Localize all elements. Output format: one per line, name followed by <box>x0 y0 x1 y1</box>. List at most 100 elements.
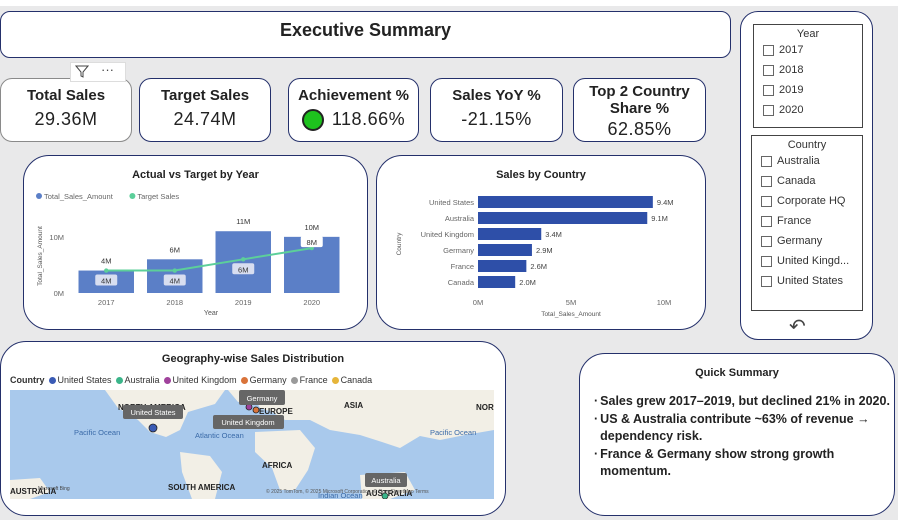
target-point[interactable] <box>104 268 109 273</box>
checkbox[interactable] <box>761 215 772 227</box>
undo-icon[interactable]: ↶ <box>789 314 806 339</box>
map-attribution[interactable]: © 2025 TomTom, © 2025 Microsoft Corporat… <box>266 488 429 495</box>
summary-text: US & Australia contribute ~63% of revenu… <box>600 411 870 444</box>
year-slicer[interactable]: Year 2017 2018 2019 2020 <box>753 24 863 128</box>
x-tick-label: 2020 <box>303 298 320 307</box>
legend-marker <box>36 193 42 199</box>
legend-item[interactable]: United Kingdom <box>163 375 237 385</box>
slicer-option[interactable]: France <box>761 211 862 231</box>
slicer-option[interactable]: 2020 <box>763 100 862 120</box>
bar-data-label: 11M <box>236 217 250 226</box>
slicer-option[interactable]: Germany <box>761 231 862 251</box>
legend-marker <box>129 193 136 199</box>
legend-marker <box>331 376 339 384</box>
checkbox[interactable] <box>763 44 774 56</box>
hbar-france[interactable] <box>478 260 527 272</box>
map-title: Geography-wise Sales Distribution <box>161 353 345 365</box>
target-line[interactable] <box>106 247 312 272</box>
legend-marker <box>290 376 298 384</box>
summary-text: France & Germany show strong growth mome… <box>600 446 835 479</box>
tooltip-australia: Australia <box>371 476 401 485</box>
kpi-value: 24.74M <box>173 109 237 129</box>
legend-marker <box>48 376 56 384</box>
bullet-icon: · <box>594 411 599 426</box>
target-data-label: 4M <box>101 277 111 286</box>
map-label-africa: AFRICA <box>262 461 292 470</box>
checkbox[interactable] <box>761 235 772 247</box>
kpi-sales-yoy[interactable]: Sales YoY % -21.15% <box>430 78 563 142</box>
y-axis-label: Total_Sales_Amount <box>37 226 44 286</box>
map-label-pacific-right: Pacific Ocean <box>430 428 476 437</box>
map-label-asia: ASIA <box>344 401 363 410</box>
legend-item[interactable]: Germany <box>240 375 287 385</box>
map-bubble-germany[interactable] <box>252 406 260 414</box>
slicer-option[interactable]: United States <box>761 271 862 291</box>
world-map[interactable]: NORTH AMERICA EUROPE ASIA NOR AFRICA SOU… <box>10 390 494 499</box>
visual-header: ··· <box>70 62 126 82</box>
slicer-option-label: Corporate HQ <box>777 195 846 207</box>
checkbox[interactable] <box>763 64 774 76</box>
legend-item[interactable]: Australia <box>115 375 160 385</box>
slicer-option-label: 2017 <box>779 44 804 56</box>
bullet-icon: · <box>594 446 599 461</box>
kpi-top2-share[interactable]: Top 2 Country Share % 62.85% <box>573 78 706 142</box>
checkbox[interactable] <box>761 155 772 167</box>
y-tick-label: Canada <box>448 278 475 287</box>
checkbox[interactable] <box>761 255 772 267</box>
chart-svg: Total_Sales_Amount Target Sales 0M 10M Total… <box>36 192 340 317</box>
x-axis-label: Total_Sales_Amount <box>541 311 601 318</box>
checkbox[interactable] <box>761 175 772 187</box>
legend-item[interactable]: Canada <box>331 375 372 385</box>
kpi-achievement[interactable]: Achievement % 118.66% <box>288 78 419 142</box>
map-label-europe: EUROPE <box>259 407 293 416</box>
target-point[interactable] <box>172 268 177 273</box>
slicer-option[interactable]: 2019 <box>763 80 862 100</box>
more-options-icon[interactable]: ··· <box>101 62 114 77</box>
legend-label: France <box>299 375 328 385</box>
sales-by-country-chart[interactable]: Sales by Country United States 9.4M Austra… <box>376 155 706 330</box>
legend-marker <box>240 376 248 384</box>
map-bubble-united-states[interactable] <box>148 423 158 433</box>
x-tick-label: 2018 <box>166 298 183 307</box>
checkbox[interactable] <box>763 84 774 96</box>
kpi-value: 62.85% <box>607 119 672 139</box>
bar-data-label: 4M <box>101 257 111 266</box>
slicer-option[interactable]: 2018 <box>763 60 862 80</box>
slicer-option-label: United States <box>777 275 844 287</box>
chart-svg: United States 9.4M Australia 9.1M United Kin… <box>396 196 674 318</box>
hbar-germany[interactable] <box>478 244 532 256</box>
slicer-option-label: France <box>777 215 812 227</box>
country-slicer[interactable]: Country Australia Canada Corporate HQ Franc… <box>751 135 863 311</box>
checkbox[interactable] <box>761 275 772 287</box>
slicer-option[interactable]: United Kingd... <box>761 251 862 271</box>
target-point[interactable] <box>241 257 246 262</box>
slicer-option[interactable]: 2017 <box>763 40 862 60</box>
slicer-option[interactable]: Australia <box>761 151 862 171</box>
slicer-option[interactable]: Canada <box>761 171 862 191</box>
hbar-canada[interactable] <box>478 276 516 288</box>
kpi-total-sales[interactable]: Total Sales 29.36M <box>0 78 132 142</box>
kpi-target-sales[interactable]: Target Sales 24.74M <box>139 78 271 142</box>
bar-data-label: 2.0M <box>519 278 536 287</box>
legend-item[interactable]: United States <box>48 375 112 385</box>
summary-text: Sales grew 2017–2019, but declined 21% i… <box>600 394 890 408</box>
slicer-option[interactable]: Corporate HQ <box>761 191 862 211</box>
x-tick-label: 5M <box>566 298 576 307</box>
checkbox[interactable] <box>761 195 772 207</box>
kpi-label: Achievement % <box>298 87 409 104</box>
title-card: Executive Summary <box>0 11 731 58</box>
quick-summary-title: Quick Summary <box>695 367 779 379</box>
hbar-australia[interactable] <box>478 212 648 224</box>
actual-vs-target-chart[interactable]: Actual vs Target by Year Total_Sales_Amo… <box>23 155 368 330</box>
y-tick-label: Germany <box>443 246 474 255</box>
hbar-united-kingdom[interactable] <box>478 228 542 240</box>
kpi-label: Top 2 Country Share % <box>589 83 690 117</box>
summary-item: · France & Germany show strong growth mom… <box>594 446 894 481</box>
y-tick-label: United States <box>429 198 474 207</box>
legend-item[interactable]: France <box>290 375 328 385</box>
slicer-title: Country <box>787 139 827 151</box>
filter-icon[interactable] <box>74 64 90 81</box>
hbar-united-states[interactable] <box>478 196 653 208</box>
checkbox[interactable] <box>763 104 774 116</box>
bar-data-label: 9.4M <box>657 198 674 207</box>
